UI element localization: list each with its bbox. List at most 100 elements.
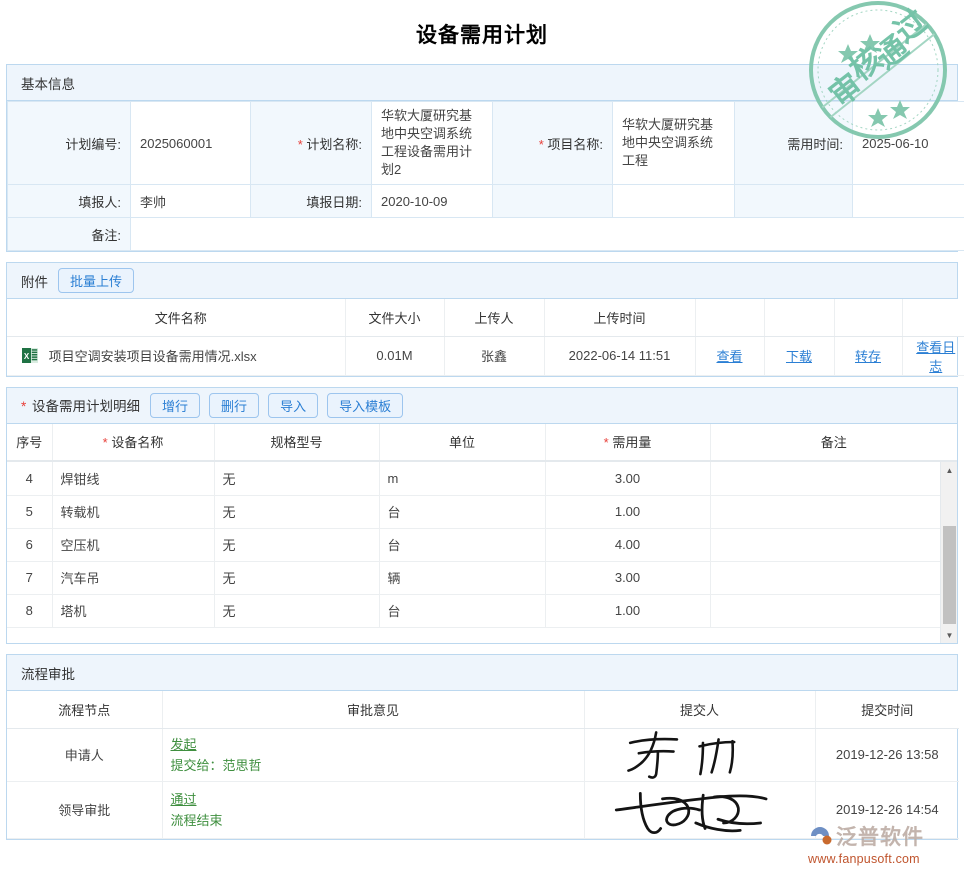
row-quantity[interactable]: 3.00 [545, 561, 710, 594]
reporter-label: 填报人: [8, 185, 131, 218]
reporter-value[interactable]: 李帅 [131, 185, 251, 218]
row-equipment-name[interactable]: 塔机 [52, 594, 214, 627]
row-spec-model[interactable]: 无 [214, 495, 379, 528]
detail-body: 4 焊钳线 无 m 3.00 5 转载机 无 台 1.00 [7, 461, 957, 643]
attachment-view-cell: 查看 [695, 336, 764, 375]
need-time-value[interactable]: 2025-06-10 [853, 102, 964, 185]
approval-signature-cell [584, 728, 815, 781]
approval-title: 流程审批 [21, 663, 75, 683]
approval-opinion: 发起 提交给：范思哲 [162, 728, 584, 781]
row-remark[interactable] [710, 528, 952, 561]
row-quantity[interactable]: 3.00 [545, 462, 710, 495]
row-equipment-name[interactable]: 转载机 [52, 495, 214, 528]
approval-header-row: 流程节点 审批意见 提交人 提交时间 [7, 691, 959, 728]
project-name-label: * 项目名称: [493, 102, 613, 185]
attachment-file-name[interactable]: 项目空调安装项目设备需用情况.xlsx [49, 349, 257, 364]
approval-signature-cell [584, 781, 815, 838]
row-seq-no: 4 [7, 462, 52, 495]
basic-info-title: 基本信息 [21, 73, 75, 93]
col-action-1 [695, 299, 764, 336]
scrollbar-thumb[interactable] [943, 526, 956, 624]
row-quantity[interactable]: 1.00 [545, 495, 710, 528]
required-marker: * [298, 137, 303, 152]
remark-value[interactable] [131, 218, 964, 251]
project-name-value[interactable]: 华软大厦研究基地中央空调系统工程 [613, 102, 735, 185]
detail-scroll-area[interactable]: 4 焊钳线 无 m 3.00 5 转载机 无 台 1.00 [7, 461, 957, 643]
row-remark[interactable] [710, 462, 952, 495]
required-marker: * [539, 137, 544, 152]
row-spec-model[interactable]: 无 [214, 462, 379, 495]
row-equipment-name[interactable]: 焊钳线 [52, 462, 214, 495]
table-row[interactable]: 6 空压机 无 台 4.00 [7, 528, 957, 561]
required-marker: * [604, 435, 609, 450]
col-remark: 备注 [710, 424, 957, 461]
row-equipment-name[interactable]: 空压机 [52, 528, 214, 561]
row-unit[interactable]: m [379, 462, 545, 495]
row-equipment-name[interactable]: 汽车吊 [52, 561, 214, 594]
row-spec-model[interactable]: 无 [214, 594, 379, 627]
attachment-transfer-cell: 转存 [834, 336, 902, 375]
scroll-down-arrow-icon[interactable]: ▼ [941, 627, 957, 643]
row-unit[interactable]: 台 [379, 528, 545, 561]
scroll-up-arrow-icon[interactable]: ▲ [941, 462, 957, 479]
attachment-header: 附件 批量上传 [7, 263, 957, 299]
row-unit[interactable]: 台 [379, 594, 545, 627]
table-row: 领导审批 通过 流程结束 [7, 781, 959, 838]
transfer-link[interactable]: 转存 [855, 349, 881, 364]
empty-cell [735, 185, 853, 218]
basic-info-panel: 基本信息 计划编号: 2025060001 * 计划名称: 华软大厦研究基地中央… [6, 64, 958, 252]
row-remark[interactable] [710, 594, 952, 627]
attachment-panel: 附件 批量上传 文件名称 文件大小 上传人 上传时间 [6, 262, 958, 377]
table-row[interactable]: 8 塔机 无 台 1.00 [7, 594, 957, 627]
approval-opinion-line-1: 发起 [171, 734, 576, 755]
plan-no-value[interactable]: 2025060001 [131, 102, 251, 185]
row-remark[interactable] [710, 495, 952, 528]
attachment-download-cell: 下载 [764, 336, 834, 375]
table-row[interactable]: 4 焊钳线 无 m 3.00 [7, 462, 957, 495]
table-row[interactable]: 7 汽车吊 无 辆 3.00 [7, 561, 957, 594]
approval-opinion: 通过 流程结束 [162, 781, 584, 838]
report-date-label: 填报日期: [251, 185, 372, 218]
page-title: 设备需用计划 [0, 0, 964, 64]
view-link[interactable]: 查看 [716, 349, 742, 364]
approval-opinion-line-2: 提交给：范思哲 [171, 755, 576, 776]
approval-panel: 流程审批 流程节点 审批意见 提交人 提交时间 申请人 发起 提交给：范思哲 [6, 654, 958, 840]
basic-info-header: 基本信息 [7, 65, 957, 101]
row-quantity[interactable]: 4.00 [545, 528, 710, 561]
detail-vertical-scrollbar[interactable]: ▲ ▼ [940, 462, 957, 643]
report-date-value[interactable]: 2020-10-09 [372, 185, 493, 218]
basic-info-table: 计划编号: 2025060001 * 计划名称: 华软大厦研究基地中央空调系统工… [7, 101, 964, 251]
col-action-3 [834, 299, 902, 336]
row-spec-model[interactable]: 无 [214, 561, 379, 594]
col-action-2 [764, 299, 834, 336]
batch-upload-button[interactable]: 批量上传 [58, 268, 134, 293]
view-log-link[interactable]: 查看日志 [916, 340, 955, 374]
plan-name-value[interactable]: 华软大厦研究基地中央空调系统工程设备需用计划2 [372, 102, 493, 185]
table-row: 申请人 发起 提交给：范思哲 [7, 728, 959, 781]
row-spec-model[interactable]: 无 [214, 528, 379, 561]
empty-cell [853, 185, 964, 218]
empty-cell [613, 185, 735, 218]
row-unit[interactable]: 台 [379, 495, 545, 528]
row-unit[interactable]: 辆 [379, 561, 545, 594]
row-seq-no: 5 [7, 495, 52, 528]
row-remark[interactable] [710, 561, 952, 594]
import-template-button[interactable]: 导入模板 [327, 393, 403, 418]
col-unit: 单位 [379, 424, 545, 461]
detail-title: * 设备需用计划明细 [21, 395, 140, 415]
add-row-button[interactable]: 增行 [150, 393, 200, 418]
attachment-header-row: 文件名称 文件大小 上传人 上传时间 [7, 299, 964, 336]
row-seq-no: 8 [7, 594, 52, 627]
col-process-node: 流程节点 [7, 691, 162, 728]
delete-row-button[interactable]: 删行 [209, 393, 259, 418]
table-row[interactable]: 5 转载机 无 台 1.00 [7, 495, 957, 528]
attachment-upload-time: 2022-06-14 11:51 [544, 336, 695, 375]
download-link[interactable]: 下载 [786, 349, 812, 364]
import-button[interactable]: 导入 [268, 393, 318, 418]
row-seq-no: 6 [7, 528, 52, 561]
approval-node: 申请人 [7, 728, 162, 781]
col-seq-no: 序号 [7, 424, 52, 461]
row-quantity[interactable]: 1.00 [545, 594, 710, 627]
col-submit-time: 提交时间 [815, 691, 959, 728]
document-page: 设备需用计划 审 核 通 过 [0, 0, 964, 872]
